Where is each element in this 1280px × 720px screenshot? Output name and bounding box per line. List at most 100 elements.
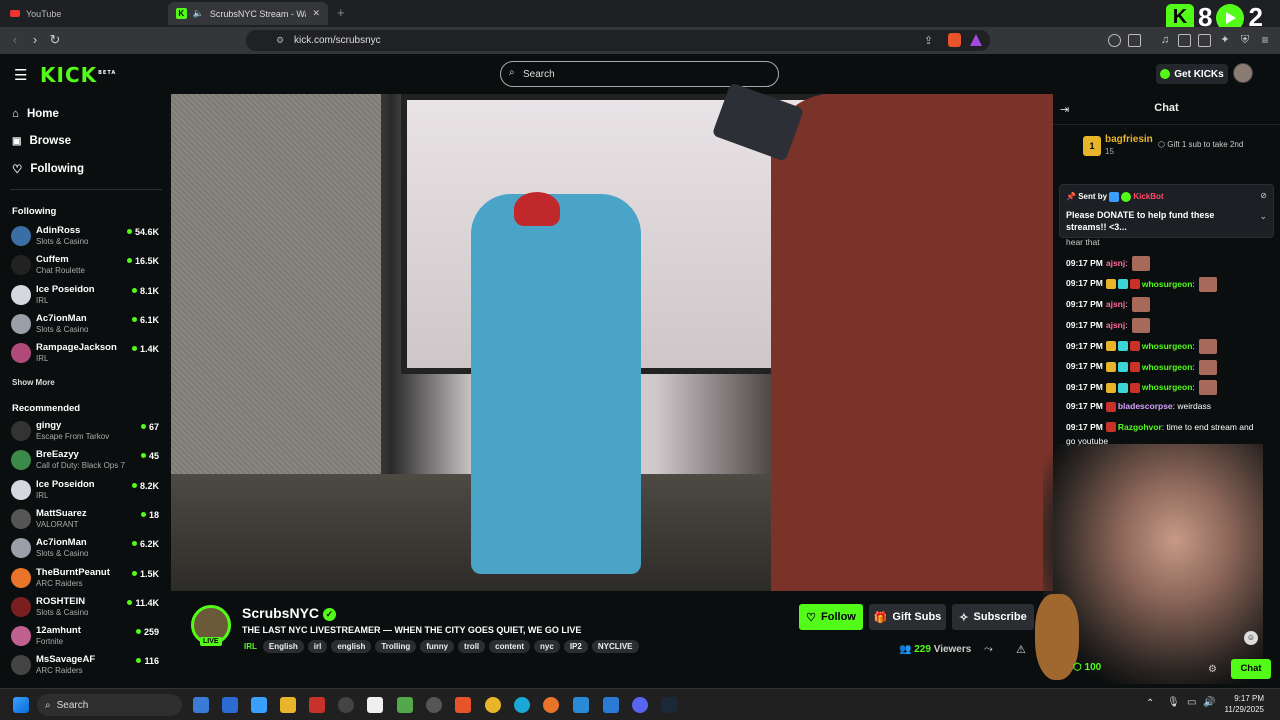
sidebar-channel[interactable]: Ice Poseidon IRL 8.2K xyxy=(11,476,161,504)
chat-message[interactable]: 09:17 PM whosurgeon: xyxy=(1066,338,1218,354)
channel-points[interactable]: ⬡ 100 xyxy=(1073,662,1101,673)
kick-logo[interactable]: KICKBETA xyxy=(40,63,116,87)
settings-icon[interactable]: ⚙ xyxy=(1208,664,1217,675)
github-icon[interactable] xyxy=(426,697,442,713)
netflix-icon[interactable] xyxy=(309,697,325,713)
video-player[interactable] xyxy=(171,82,1053,591)
capcut-icon[interactable] xyxy=(367,697,383,713)
stream-tag[interactable]: funny xyxy=(420,640,455,653)
task-view-icon[interactable] xyxy=(193,697,209,713)
stream-tag[interactable]: IP2 xyxy=(563,640,588,653)
channel-name[interactable]: ScrubsNYC ✓ xyxy=(242,605,336,621)
volume-icon[interactable]: 🔊 xyxy=(1203,697,1215,708)
nav-following[interactable]: ♡ Following xyxy=(12,162,84,176)
maps-icon[interactable] xyxy=(397,697,413,713)
sidebar-channel[interactable]: Cuffem Chat Roulette 16.5K xyxy=(11,251,161,279)
remote-icon[interactable] xyxy=(251,697,267,713)
file-explorer-icon[interactable] xyxy=(280,697,296,713)
show-more-link[interactable]: Show More xyxy=(12,378,55,387)
reload-icon[interactable]: ↻ xyxy=(47,32,63,48)
pinned-message[interactable]: 📌 Sent by KickBot Please DONATE to help … xyxy=(1059,184,1274,238)
stream-tag[interactable]: Trolling xyxy=(375,640,417,653)
leo-icon[interactable]: ✦ xyxy=(1217,32,1233,48)
sidebar-channel[interactable]: ROSHTEIN Slots & Casino 11.4K xyxy=(11,593,161,621)
site-info-icon[interactable]: ⚙ xyxy=(276,35,284,46)
top-gifter-name[interactable]: bagfriesin xyxy=(1105,134,1153,145)
sidebar-channel[interactable]: Ac7ionMan Slots & Casino 6.1K xyxy=(11,310,161,338)
new-tab-icon[interactable]: + xyxy=(337,5,345,20)
chat-message[interactable]: 09:17 PM bladescorpse: weirdass xyxy=(1066,401,1211,412)
brave-rewards-icon[interactable] xyxy=(970,34,982,46)
chat-username[interactable]: whosurgeon xyxy=(1142,341,1193,351)
share-icon[interactable]: ⤳ xyxy=(984,643,993,656)
edge-icon[interactable] xyxy=(514,697,530,713)
vpn-icon[interactable]: ⛨ xyxy=(1237,32,1253,48)
tab-scrubsnyc[interactable]: K 🔈 ScrubsNYC Stream - Watch L ✕ xyxy=(168,2,328,25)
chat-message[interactable]: 09:17 PM whosurgeon: xyxy=(1066,359,1218,375)
url-bar[interactable]: ⚙ kick.com/scrubsnyc ⇪ xyxy=(246,30,990,51)
brave-shields-icon[interactable] xyxy=(948,33,961,47)
taskbar-search-input[interactable]: ⌕ Search xyxy=(37,694,182,716)
nav-browse[interactable]: ▣ Browse xyxy=(12,135,71,147)
screenshot-icon[interactable] xyxy=(1128,34,1141,47)
close-tab-icon[interactable]: ✕ xyxy=(312,8,320,19)
chat-username[interactable]: whosurgeon xyxy=(1142,361,1193,371)
chat-username[interactable]: ajsnj xyxy=(1106,320,1125,330)
report-icon[interactable]: ⚠ xyxy=(1016,643,1026,656)
back-icon[interactable]: ‹ xyxy=(7,32,23,48)
network-icon[interactable]: ▭ xyxy=(1187,697,1196,708)
unpin-icon[interactable]: ⊘ xyxy=(1260,191,1267,200)
obs-icon[interactable] xyxy=(573,697,589,713)
stream-tag[interactable]: NYCLIVE xyxy=(591,640,639,653)
outlook-icon[interactable] xyxy=(222,697,238,713)
sidebar-channel[interactable]: MsSavageAF ARC Raiders 116 xyxy=(11,651,161,679)
stream-tag[interactable]: troll xyxy=(458,640,486,653)
chevron-up-icon[interactable]: ⌃ xyxy=(1146,698,1154,709)
sidebar-channel[interactable]: MattSuarez VALORANT 18 xyxy=(11,505,161,533)
menu-icon[interactable]: ≡ xyxy=(1257,32,1273,48)
chat-message[interactable]: 09:17 PM ajsnj: xyxy=(1066,256,1150,271)
chat-message[interactable]: 09:17 PM whosurgeon: xyxy=(1066,276,1218,292)
forward-icon[interactable]: › xyxy=(27,32,43,48)
microphone-icon[interactable]: 🎙 xyxy=(1167,697,1180,708)
chevron-down-icon[interactable]: ⌄ xyxy=(1259,211,1267,222)
sidebar-channel[interactable]: RampageJackson IRL 1.4K xyxy=(11,339,161,367)
nav-home[interactable]: ⌂ Home xyxy=(12,108,59,120)
stream-tag[interactable]: irl xyxy=(307,640,328,653)
share-icon[interactable]: ⇪ xyxy=(924,34,933,47)
chat-username[interactable]: ajsnj xyxy=(1106,299,1125,309)
chat-username[interactable]: ajsnj xyxy=(1106,258,1125,268)
chat-username[interactable]: Razgohvor xyxy=(1118,422,1162,432)
gift-subs-button[interactable]: 🎁 Gift Subs xyxy=(869,604,946,630)
extensions-icon[interactable] xyxy=(1108,34,1121,47)
stream-tag[interactable]: english xyxy=(331,640,372,653)
chat-message[interactable]: 09:17 PM ajsnj: xyxy=(1066,297,1150,313)
taskbar-clock[interactable]: 9:17 PM 11/29/2025 xyxy=(1222,693,1264,715)
steam-icon[interactable] xyxy=(661,697,677,713)
chat-send-button[interactable]: Chat xyxy=(1231,659,1271,679)
sidebar-channel[interactable]: Ice Poseidon IRL 8.1K xyxy=(11,281,161,309)
chat-message[interactable]: 09:17 PM Razgohvor: time to end stream an… xyxy=(1066,422,1253,433)
sidebar-channel[interactable]: gingy Escape From Tarkov 67 xyxy=(11,417,161,445)
sidebar-channel[interactable]: 12amhunt Fortnite 259 xyxy=(11,622,161,650)
sidebar-channel[interactable]: AdinRoss Slots & Casino 54.6K xyxy=(11,222,161,250)
chat-message[interactable]: 09:17 PM whosurgeon: xyxy=(1066,380,1218,396)
firefox-icon[interactable] xyxy=(543,697,559,713)
get-kicks-button[interactable]: Get KICKs xyxy=(1156,64,1228,84)
stream-tag[interactable]: English xyxy=(262,640,304,653)
sidebar-channel[interactable]: BreEazyy Call of Duty: Black Ops 7 45 xyxy=(11,446,161,474)
chat-username[interactable]: whosurgeon xyxy=(1142,278,1193,288)
user-avatar[interactable] xyxy=(1233,63,1253,83)
windows-start-icon[interactable] xyxy=(13,697,29,713)
follow-button[interactable]: ♡ Follow xyxy=(799,604,863,630)
sidebar-icon[interactable] xyxy=(1178,34,1191,47)
wallet-icon[interactable] xyxy=(1198,34,1211,47)
brave-icon[interactable] xyxy=(455,697,471,713)
search-input[interactable]: ⌕ Search xyxy=(500,61,779,87)
tab-youtube[interactable]: YouTube xyxy=(2,2,166,25)
discord-icon[interactable] xyxy=(632,697,648,713)
media-icon[interactable]: ♫ xyxy=(1157,32,1173,48)
gift-cta[interactable]: ⬡ Gift 1 sub to take 2nd xyxy=(1158,140,1243,149)
emoji-icon[interactable]: ☺ xyxy=(1244,631,1258,645)
category-link[interactable]: IRL xyxy=(242,640,259,653)
